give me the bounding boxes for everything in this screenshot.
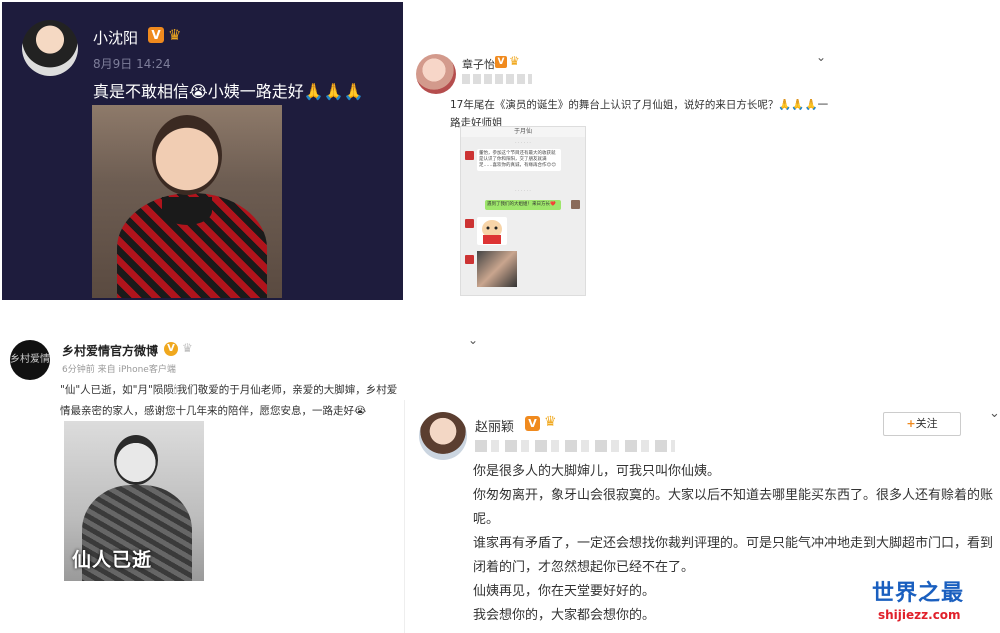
username[interactable]: 小沈阳: [93, 27, 138, 48]
post-xiaoshenyang: 小沈阳 V ♛ 8月9日 14:24 真是不敢相信😭小姨一路走好🙏🙏🙏: [2, 2, 403, 300]
post-photo[interactable]: 仙人已逝: [64, 421, 204, 581]
plus-icon: +: [906, 417, 916, 430]
avatar[interactable]: [419, 412, 467, 460]
chat-timestamp: · · · · · ·: [515, 141, 531, 146]
chat-sticker: [477, 217, 507, 245]
chevron-down-icon[interactable]: ⌄: [989, 406, 1000, 421]
post-photo[interactable]: [92, 105, 282, 298]
chat-avatar: [571, 200, 580, 209]
photo-face: [152, 115, 222, 195]
chat-photo: [477, 251, 517, 287]
crown-icon: ♛: [509, 54, 520, 68]
chat-avatar: [465, 255, 474, 264]
watermark-title: 世界之最: [872, 581, 965, 606]
verified-icon: V: [148, 27, 164, 43]
site-watermark: 世界之最 shijiezz.com: [872, 575, 996, 631]
avatar[interactable]: [416, 54, 456, 94]
post-timestamp[interactable]: 8月9日 14:24: [93, 55, 171, 72]
post-text-line: 你匆匆离开，象牙山会很寂寞的。大家以后不知道去哪里能买东西了。很多人还有赊着的账…: [473, 488, 994, 527]
avatar[interactable]: 乡村爱情: [10, 340, 50, 380]
verified-icon: V: [164, 342, 178, 356]
crown-icon: ♛: [168, 26, 182, 44]
follow-button[interactable]: +关注: [883, 412, 961, 436]
username[interactable]: 章子怡: [462, 56, 495, 72]
post-meta-blurred: [475, 440, 675, 452]
post-text-line: 你是很多人的大脚婶儿，可我只叫你仙姨。: [473, 464, 721, 479]
post-meta-blurred: [462, 74, 532, 84]
chat-message: 董怡，参加这个节目还有最大的收获就是认识了你和阳阳，交了朋友就满足……喜欢你的真…: [477, 149, 561, 171]
watermark-url: shijiezz.com: [878, 608, 961, 622]
chat-reply: 遇到了我们的大姐姐！来日方长❤️: [485, 200, 561, 210]
post-meta: 6分钟前 来自 iPhone客户端: [62, 365, 176, 375]
photo-caption: 仙人已逝: [72, 549, 153, 571]
chat-avatar: [465, 151, 474, 160]
chat-header: 于月仙: [461, 127, 585, 137]
post-text-line: 谁家再有矛盾了，一定还会想找你裁判评理的。可是只能气冲冲地走到大脚超市门口，看到…: [473, 536, 994, 575]
follow-label: 关注: [915, 417, 938, 430]
photo-collar: [162, 197, 212, 225]
verified-icon: V: [525, 416, 540, 431]
username[interactable]: 赵丽颖: [475, 416, 514, 435]
chat-screenshot[interactable]: 于月仙 · · · · · · 董怡，参加这个节目还有最大的收获就是认识了你和阳…: [460, 126, 586, 296]
post-zhangziyi: 章子怡 V ♛ ⌄ 17年尾在《演员的诞生》的舞台上认识了月仙姐，说好的来日方长…: [404, 42, 834, 304]
chevron-down-icon[interactable]: ⌄: [816, 50, 826, 64]
chat-timestamp: · · · · · ·: [515, 189, 531, 194]
crown-icon: ♛: [182, 341, 193, 355]
post-text: 真是不敢相信😭小姨一路走好🙏🙏🙏: [93, 82, 364, 101]
post-xiangcun-aiqing: 乡村爱情 乡村爱情官方微博 V ♛ 6分钟前 来自 iPhone客户端 ⌄ "仙…: [2, 330, 478, 590]
chat-avatar: [465, 219, 474, 228]
username[interactable]: 乡村爱情官方微博: [62, 342, 158, 359]
verified-icon: V: [495, 56, 507, 68]
post-text: "仙"人已逝，如"月"陨陨🕯我们敬爱的于月仙老师，亲爱的大脚婶，乡村爱情最亲密的…: [60, 384, 398, 417]
avatar[interactable]: [22, 20, 78, 76]
chevron-down-icon[interactable]: ⌄: [468, 333, 478, 347]
photo-head: [114, 435, 158, 485]
crown-icon: ♛: [544, 414, 557, 430]
